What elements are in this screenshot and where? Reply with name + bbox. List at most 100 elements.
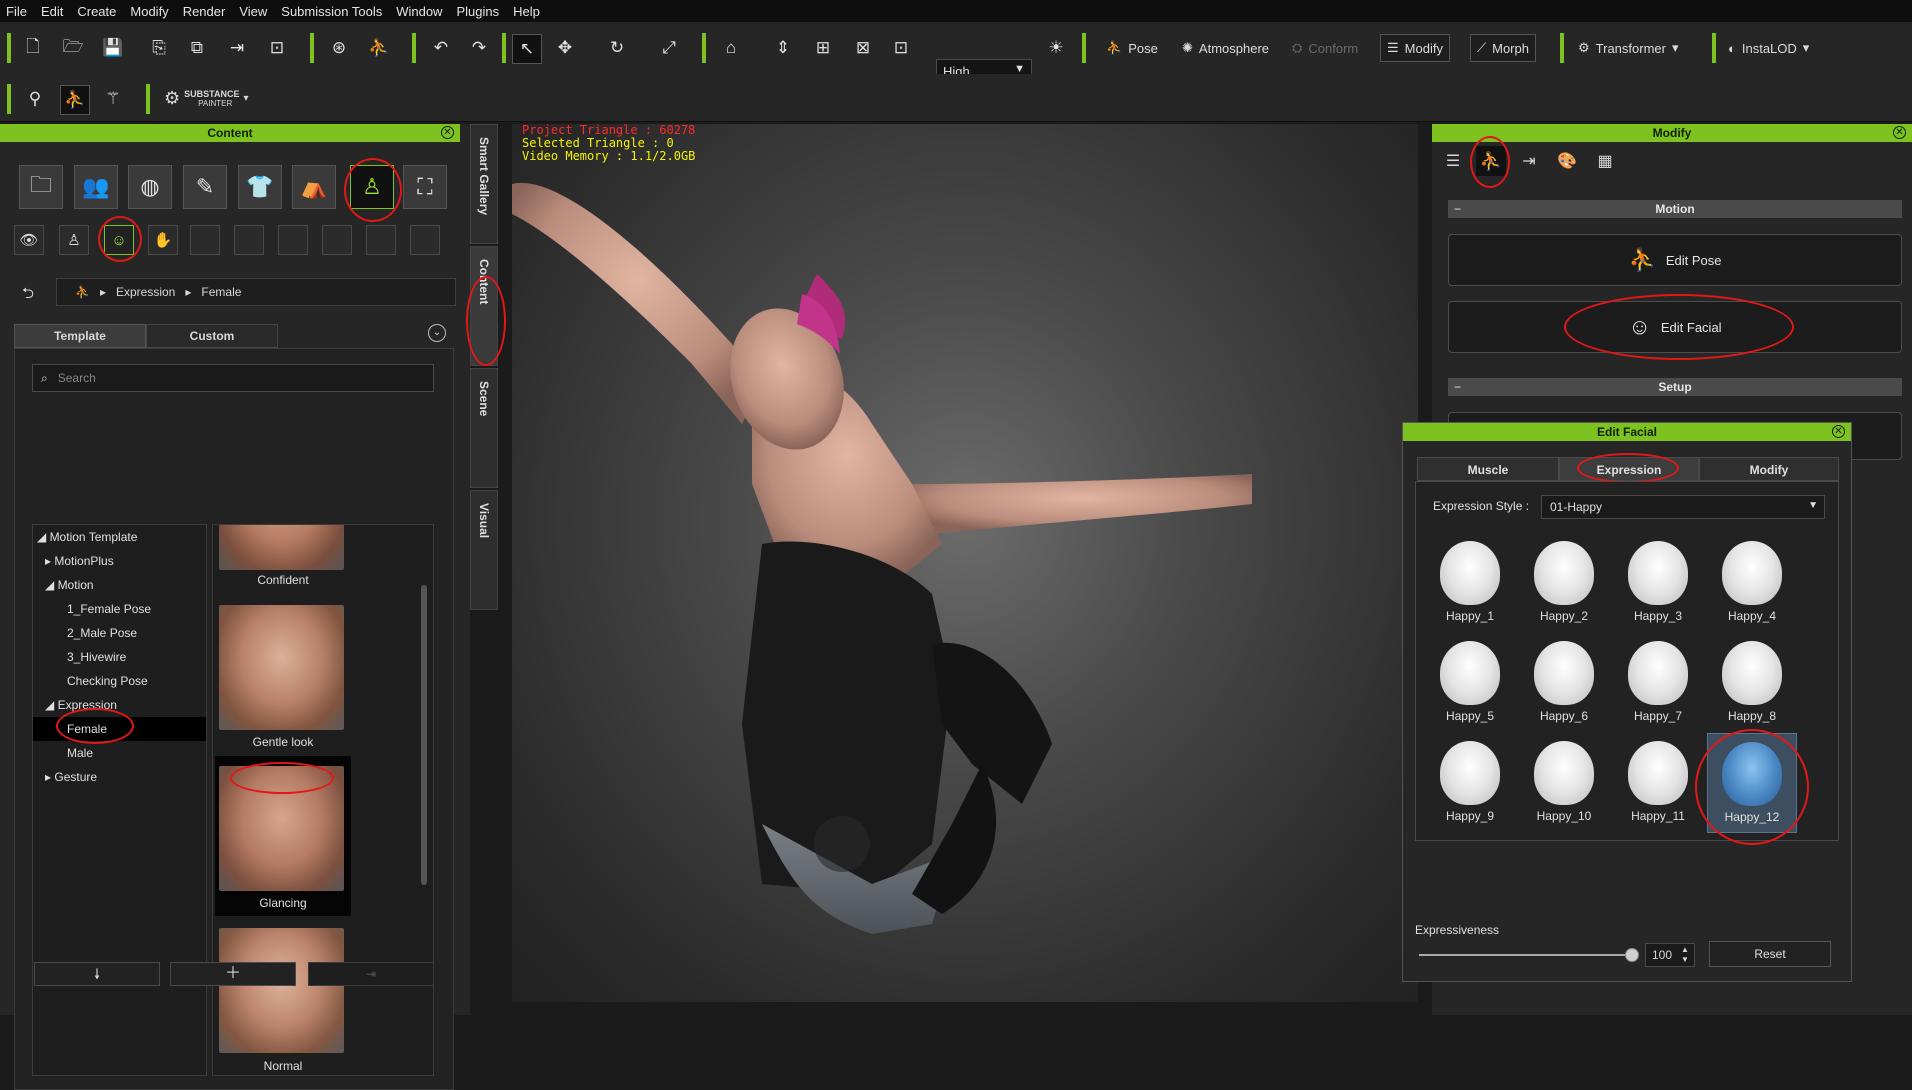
- body-motion-icon[interactable]: ♙: [59, 225, 89, 255]
- tree-item-hivewire[interactable]: 3_Hivewire: [33, 645, 206, 669]
- expression-happy-10[interactable]: Happy_10: [1519, 741, 1609, 823]
- eye-icon[interactable]: 👁: [14, 225, 44, 255]
- expression-happy-6[interactable]: Happy_6: [1519, 641, 1609, 723]
- expression-happy-4[interactable]: Happy_4: [1707, 541, 1797, 623]
- menu-view[interactable]: View: [239, 4, 267, 19]
- menu-modify[interactable]: Modify: [130, 4, 168, 19]
- rotate-icon[interactable]: ↻: [604, 35, 630, 61]
- merge-icon[interactable]: ⧉: [184, 35, 210, 61]
- tab-visual[interactable]: Visual: [470, 490, 498, 610]
- project-folder-icon[interactable]: 🗀: [19, 165, 63, 209]
- export-icon[interactable]: ⇥: [224, 35, 250, 61]
- breadcrumb-female[interactable]: Female: [201, 285, 241, 299]
- thumbnail-gentle-look[interactable]: [219, 605, 344, 730]
- texture-checker-icon[interactable]: ▦: [1590, 146, 1620, 176]
- search-box[interactable]: ⌕ Search: [32, 364, 434, 392]
- accessory-icon[interactable]: ✎: [183, 165, 227, 209]
- tree-item-motionplus[interactable]: ▸ MotionPlus: [33, 549, 206, 573]
- scrollbar-thumb[interactable]: [421, 585, 427, 885]
- expression-happy-1[interactable]: Happy_1: [1425, 541, 1515, 623]
- edit-pose-button[interactable]: ⛹ Edit Pose: [1448, 234, 1902, 286]
- empty-slot[interactable]: [190, 225, 220, 255]
- menu-render[interactable]: Render: [183, 4, 226, 19]
- close-icon[interactable]: ✕: [1832, 425, 1845, 438]
- expression-happy-3[interactable]: Happy_3: [1613, 541, 1703, 623]
- actor-icon[interactable]: 👥: [74, 165, 118, 209]
- select-arrow-icon[interactable]: ↖: [512, 34, 542, 64]
- empty-slot[interactable]: [410, 225, 440, 255]
- empty-slot[interactable]: [234, 225, 264, 255]
- tree-item-gesture[interactable]: ▸ Gesture: [33, 765, 206, 789]
- substance-painter-button[interactable]: ⚙ SUBSTANCE PAINTER ▾: [164, 88, 249, 109]
- menu-window[interactable]: Window: [396, 4, 442, 19]
- tab-scene[interactable]: Scene: [470, 368, 498, 488]
- cloth-icon[interactable]: ⚚: [100, 86, 126, 112]
- back-icon[interactable]: ⮌: [22, 283, 34, 308]
- download-button[interactable]: 🠗: [34, 962, 160, 986]
- empty-slot[interactable]: [278, 225, 308, 255]
- open-folder-icon[interactable]: 🗁: [60, 35, 86, 61]
- motion-pose-icon[interactable]: ⛹: [60, 85, 90, 115]
- atmosphere-button[interactable]: ✺ Atmosphere: [1176, 34, 1275, 62]
- tab-modify[interactable]: Modify: [1699, 457, 1839, 481]
- menu-create[interactable]: Create: [77, 4, 116, 19]
- expression-happy-8[interactable]: Happy_8: [1707, 641, 1797, 723]
- transformer-button[interactable]: ⚙ Transformer ▾: [1572, 34, 1685, 62]
- light-sun-icon[interactable]: ☀: [1043, 35, 1069, 61]
- move-icon[interactable]: ✥: [552, 35, 578, 61]
- menu-file[interactable]: File: [6, 4, 27, 19]
- scene-icon[interactable]: ⛶: [403, 165, 447, 209]
- reset-button[interactable]: Reset: [1709, 941, 1831, 967]
- redo-icon[interactable]: ↷: [466, 35, 492, 61]
- menu-edit[interactable]: Edit: [41, 4, 63, 19]
- add-button[interactable]: ＋: [170, 962, 296, 986]
- material-icon[interactable]: ◍: [128, 165, 172, 209]
- expression-happy-9[interactable]: Happy_9: [1425, 741, 1515, 823]
- menu-submission-tools[interactable]: Submission Tools: [281, 4, 382, 19]
- zoom-extent-icon[interactable]: ⊡: [888, 35, 914, 61]
- expression-happy-7[interactable]: Happy_7: [1613, 641, 1703, 723]
- fit-height-icon[interactable]: ⇕: [770, 35, 796, 61]
- material-palette-icon[interactable]: 🎨: [1552, 146, 1582, 176]
- expression-style-dropdown[interactable]: 01-Happy ▼: [1541, 495, 1825, 519]
- chevron-down-icon[interactable]: ⌄: [428, 324, 446, 342]
- conform-button[interactable]: ⛭ Conform: [1286, 34, 1364, 62]
- pose-button[interactable]: ⛹ Pose: [1100, 34, 1164, 62]
- breadcrumb-expression[interactable]: Expression: [116, 285, 175, 299]
- expression-happy-5[interactable]: Happy_5: [1425, 641, 1515, 723]
- smart-search-icon[interactable]: ⊛: [326, 35, 352, 61]
- undo-icon[interactable]: ↶: [428, 35, 454, 61]
- expression-happy-2[interactable]: Happy_2: [1519, 541, 1609, 623]
- character-model[interactable]: [512, 124, 1418, 1002]
- morph-button[interactable]: ⟋ Morph: [1470, 34, 1536, 62]
- setup-section-header[interactable]: − Setup: [1448, 378, 1902, 396]
- tree-item-motion-template[interactable]: ◢ Motion Template: [33, 525, 206, 549]
- tree-item-female-pose[interactable]: 1_Female Pose: [33, 597, 206, 621]
- 3d-viewport[interactable]: Project Triangle : 60278 Selected Triang…: [512, 124, 1418, 1002]
- import-icon[interactable]: ⎘: [146, 35, 172, 61]
- scale-icon[interactable]: ⤢: [656, 35, 682, 61]
- close-icon[interactable]: ✕: [1893, 126, 1906, 139]
- menu-plugins[interactable]: Plugins: [456, 4, 499, 19]
- tree-item-male-pose[interactable]: 2_Male Pose: [33, 621, 206, 645]
- physics-icon[interactable]: ⇥: [1514, 146, 1544, 176]
- prop-icon[interactable]: ⛺: [292, 165, 336, 209]
- fit-selected-icon[interactable]: ⊠: [850, 35, 876, 61]
- character-icon[interactable]: ⛹: [366, 35, 392, 61]
- menu-help[interactable]: Help: [513, 4, 540, 19]
- tree-item-male[interactable]: Male: [33, 741, 206, 765]
- empty-slot[interactable]: [366, 225, 396, 255]
- thumbnail-normal[interactable]: [219, 928, 344, 1053]
- motion-section-header[interactable]: − Motion: [1448, 200, 1902, 218]
- modify-button[interactable]: ☰ Modify: [1380, 34, 1450, 62]
- hand-gesture-icon[interactable]: ✋: [148, 225, 178, 255]
- tree-item-motion[interactable]: ◢ Motion: [33, 573, 206, 597]
- sliders-icon[interactable]: ☰: [1438, 146, 1468, 176]
- preview-icon[interactable]: ⊡: [264, 35, 290, 61]
- apply-button[interactable]: ⇥: [308, 962, 434, 986]
- bone-icon[interactable]: ⚲: [22, 86, 48, 112]
- save-icon[interactable]: 💾: [100, 35, 126, 61]
- tree-item-checking-pose[interactable]: Checking Pose: [33, 669, 206, 693]
- tab-template[interactable]: Template: [14, 324, 146, 348]
- spinner-arrows-icon[interactable]: ▲ ▼: [1681, 945, 1689, 965]
